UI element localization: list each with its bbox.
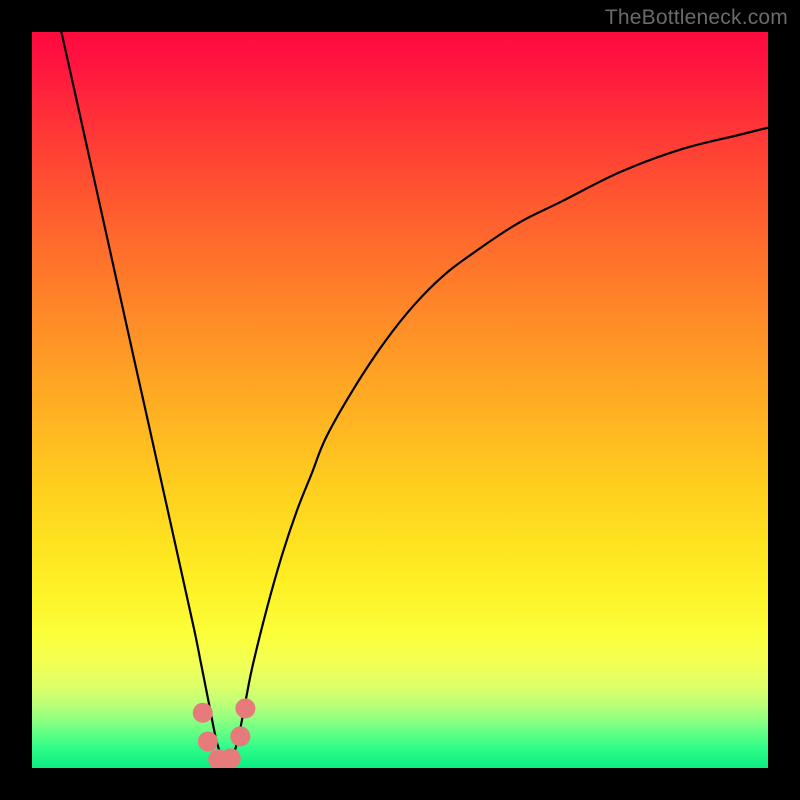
low-region-dot-2: [198, 732, 218, 752]
marker-group: [193, 698, 256, 768]
chart-frame: TheBottleneck.com: [0, 0, 800, 800]
plot-area: [32, 32, 768, 768]
low-region-dot-6: [235, 698, 255, 718]
chart-svg: [32, 32, 768, 768]
low-region-dot-5: [230, 726, 250, 746]
watermark-label: TheBottleneck.com: [605, 6, 788, 30]
bottleneck-curve-path: [61, 32, 768, 764]
low-region-dot-1: [193, 703, 213, 723]
low-region-dot-4: [221, 748, 241, 768]
